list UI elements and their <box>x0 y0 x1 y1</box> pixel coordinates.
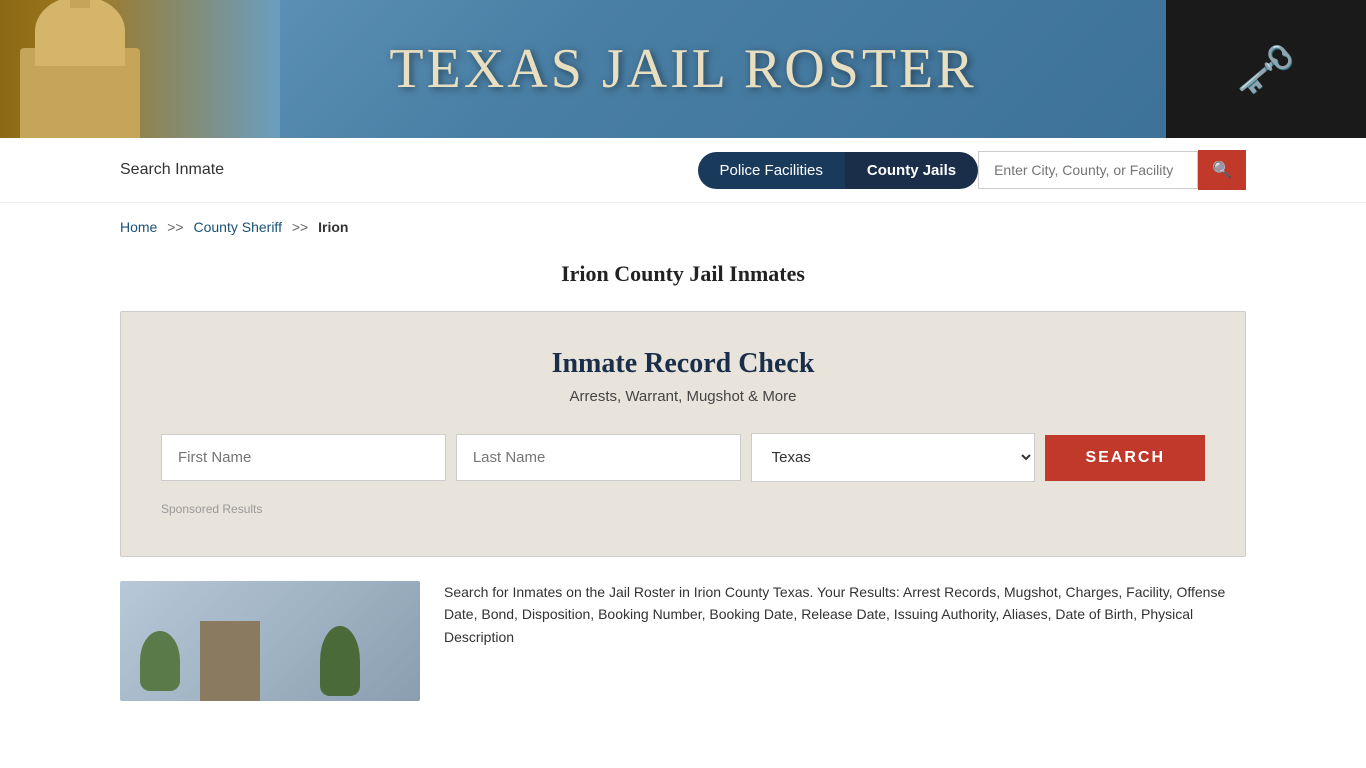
facility-search-input[interactable] <box>978 151 1198 189</box>
record-search-button[interactable]: SEARCH <box>1045 435 1205 481</box>
search-fields: AlabamaAlaskaArizonaArkansasCaliforniaCo… <box>161 433 1205 482</box>
bottom-section: Search for Inmates on the Jail Roster in… <box>120 581 1246 701</box>
capitol-top <box>70 0 90 8</box>
county-jails-button[interactable]: County Jails <box>845 152 978 189</box>
first-name-input[interactable] <box>161 434 446 481</box>
breadcrumb-county-sheriff-link[interactable]: County Sheriff <box>194 219 282 235</box>
keys-icon: 🗝️ <box>1236 41 1296 98</box>
nav-bar: Search Inmate Police Facilities County J… <box>0 138 1366 203</box>
banner-left-image <box>0 0 280 138</box>
tree-right <box>320 626 360 696</box>
nav-right-controls: Police Facilities County Jails 🔍 <box>698 150 1246 190</box>
banner-right-image: 🗝️ <box>1166 0 1366 138</box>
record-check-section: Inmate Record Check Arrests, Warrant, Mu… <box>120 311 1246 557</box>
police-facilities-button[interactable]: Police Facilities <box>698 152 845 189</box>
bottom-description: Search for Inmates on the Jail Roster in… <box>444 581 1246 701</box>
search-icon: 🔍 <box>1212 162 1232 179</box>
facility-search-button[interactable]: 🔍 <box>1198 150 1246 190</box>
banner-title: Texas Jail Roster <box>389 37 976 101</box>
courthouse-building <box>200 621 260 701</box>
sponsored-label: Sponsored Results <box>161 502 1205 516</box>
header-banner: Texas Jail Roster 🗝️ <box>0 0 1366 138</box>
breadcrumb-current: Irion <box>318 219 348 235</box>
breadcrumb-sep2: >> <box>292 219 308 235</box>
record-check-title: Inmate Record Check <box>161 348 1205 380</box>
page-title: Irion County Jail Inmates <box>0 251 1366 311</box>
capitol-rotunda <box>35 0 125 66</box>
state-select[interactable]: AlabamaAlaskaArizonaArkansasCaliforniaCo… <box>751 433 1036 482</box>
search-inmate-label: Search Inmate <box>120 161 224 179</box>
breadcrumb-sep1: >> <box>167 219 183 235</box>
bottom-courthouse-image <box>120 581 420 701</box>
tree-left <box>140 631 180 691</box>
breadcrumb: Home >> County Sheriff >> Irion <box>0 203 1366 251</box>
breadcrumb-home-link[interactable]: Home <box>120 219 157 235</box>
record-check-subtitle: Arrests, Warrant, Mugshot & More <box>161 388 1205 405</box>
last-name-input[interactable] <box>456 434 741 481</box>
